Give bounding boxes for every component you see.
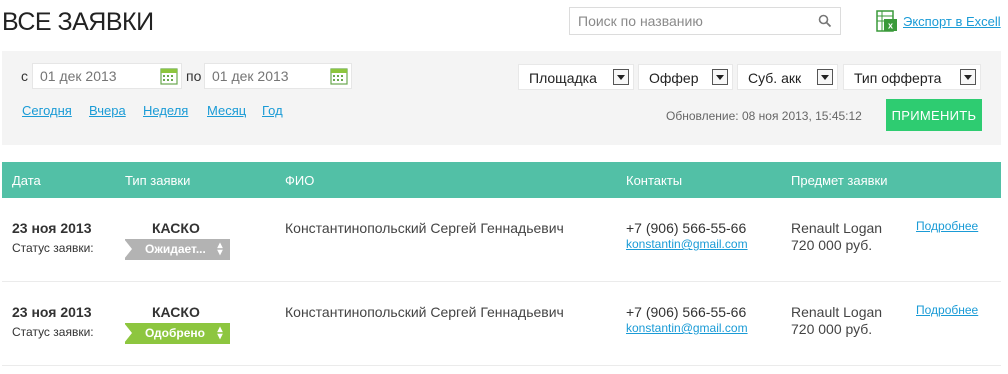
svg-text:x: x — [888, 21, 893, 31]
calendar-icon[interactable] — [330, 67, 348, 85]
column-header-type: Тип заявки — [125, 173, 191, 188]
offer-select[interactable]: Оффер — [638, 64, 733, 90]
column-header-contacts: Контакты — [626, 173, 683, 188]
date-to-field[interactable] — [204, 63, 352, 89]
status-label: Статус заявки: — [12, 241, 94, 255]
request-type: КАСКО — [152, 304, 200, 320]
offer-type-select[interactable]: Тип офферта — [843, 64, 981, 90]
client-phone: +7 (906) 566-55-66 — [626, 220, 747, 236]
quick-link-year[interactable]: Год — [262, 103, 283, 118]
search-box — [569, 7, 841, 35]
subject-price: 720 000 руб. — [791, 321, 873, 337]
request-subject: Renault Logan 720 000 руб. — [791, 220, 882, 254]
details-link[interactable]: Подробнее — [916, 219, 978, 233]
excel-icon: x — [876, 10, 897, 32]
export-excel-link[interactable]: Экспорт в Excell — [903, 14, 1001, 29]
status-value: Ожидает... — [145, 242, 206, 256]
status-label: Статус заявки: — [12, 325, 94, 339]
dropdown-arrow-icon[interactable] — [817, 69, 833, 85]
apply-button[interactable]: ПРИМЕНИТЬ — [886, 99, 982, 131]
client-name: Константинопольский Сергей Геннадьевич — [285, 304, 564, 320]
table-row: 23 ноя 2013 Статус заявки: КАСКО Одобрен… — [2, 282, 1001, 366]
dropdown-arrow-icon[interactable] — [712, 69, 728, 85]
request-date: 23 ноя 2013 — [12, 304, 92, 320]
table-header: Дата Тип заявки ФИО Контакты Предмет зая… — [2, 162, 1001, 198]
offer-type-select-label: Тип офферта — [854, 70, 942, 86]
filter-panel: с по Площадка Оффер Суб. — [2, 51, 1001, 145]
details-link[interactable]: Подробнее — [916, 303, 978, 317]
date-to-label: по — [186, 68, 202, 84]
page-title: ВСЕ ЗАЯВКИ — [2, 8, 154, 36]
search-input[interactable] — [570, 8, 810, 34]
search-icon[interactable] — [818, 14, 832, 28]
column-header-name: ФИО — [285, 173, 315, 188]
calendar-icon[interactable] — [160, 67, 178, 85]
dropdown-arrow-icon[interactable] — [960, 69, 976, 85]
update-timestamp: Обновление: 08 ноя 2013, 15:45:12 — [666, 109, 862, 123]
status-select[interactable]: Ожидает... ▴ ▾ — [124, 239, 230, 260]
column-header-date: Дата — [12, 173, 41, 188]
request-type: КАСКО — [152, 220, 200, 236]
quick-link-yesterday[interactable]: Вчера — [89, 103, 126, 118]
date-to-input[interactable] — [205, 64, 325, 88]
client-email-link[interactable]: konstantin@gmail.com — [626, 321, 748, 335]
subject-car: Renault Logan — [791, 304, 883, 320]
quick-link-month[interactable]: Месяц — [207, 103, 246, 118]
column-header-subject: Предмет заявки — [791, 173, 888, 188]
offer-select-label: Оффер — [649, 70, 699, 86]
date-from-input[interactable] — [33, 64, 153, 88]
subject-price: 720 000 руб. — [791, 237, 873, 253]
request-date: 23 ноя 2013 — [12, 220, 92, 236]
up-down-arrow-icon: ▴ ▾ — [217, 240, 223, 258]
up-down-arrow-icon: ▴ ▾ — [217, 324, 223, 342]
platform-select[interactable]: Площадка — [518, 64, 634, 90]
status-select[interactable]: Одобрено ▴ ▾ — [124, 323, 230, 344]
dropdown-arrow-icon[interactable] — [613, 69, 629, 85]
client-phone: +7 (906) 566-55-66 — [626, 304, 747, 320]
quick-link-week[interactable]: Неделя — [143, 103, 188, 118]
platform-select-label: Площадка — [529, 70, 597, 86]
subaccount-select-label: Суб. акк — [748, 70, 802, 86]
client-email-link[interactable]: konstantin@gmail.com — [626, 237, 748, 251]
request-subject: Renault Logan 720 000 руб. — [791, 304, 882, 338]
export-excel[interactable]: x Экспорт в Excell — [876, 10, 1001, 32]
subaccount-select[interactable]: Суб. акк — [737, 64, 838, 90]
date-from-label: с — [21, 68, 28, 84]
date-from-field[interactable] — [32, 63, 182, 89]
status-value: Одобрено — [145, 326, 205, 340]
client-name: Константинопольский Сергей Геннадьевич — [285, 220, 564, 236]
quick-link-today[interactable]: Сегодня — [22, 103, 72, 118]
subject-car: Renault Logan — [791, 220, 883, 236]
table-row: 23 ноя 2013 Статус заявки: КАСКО Ожидает… — [2, 198, 1001, 282]
